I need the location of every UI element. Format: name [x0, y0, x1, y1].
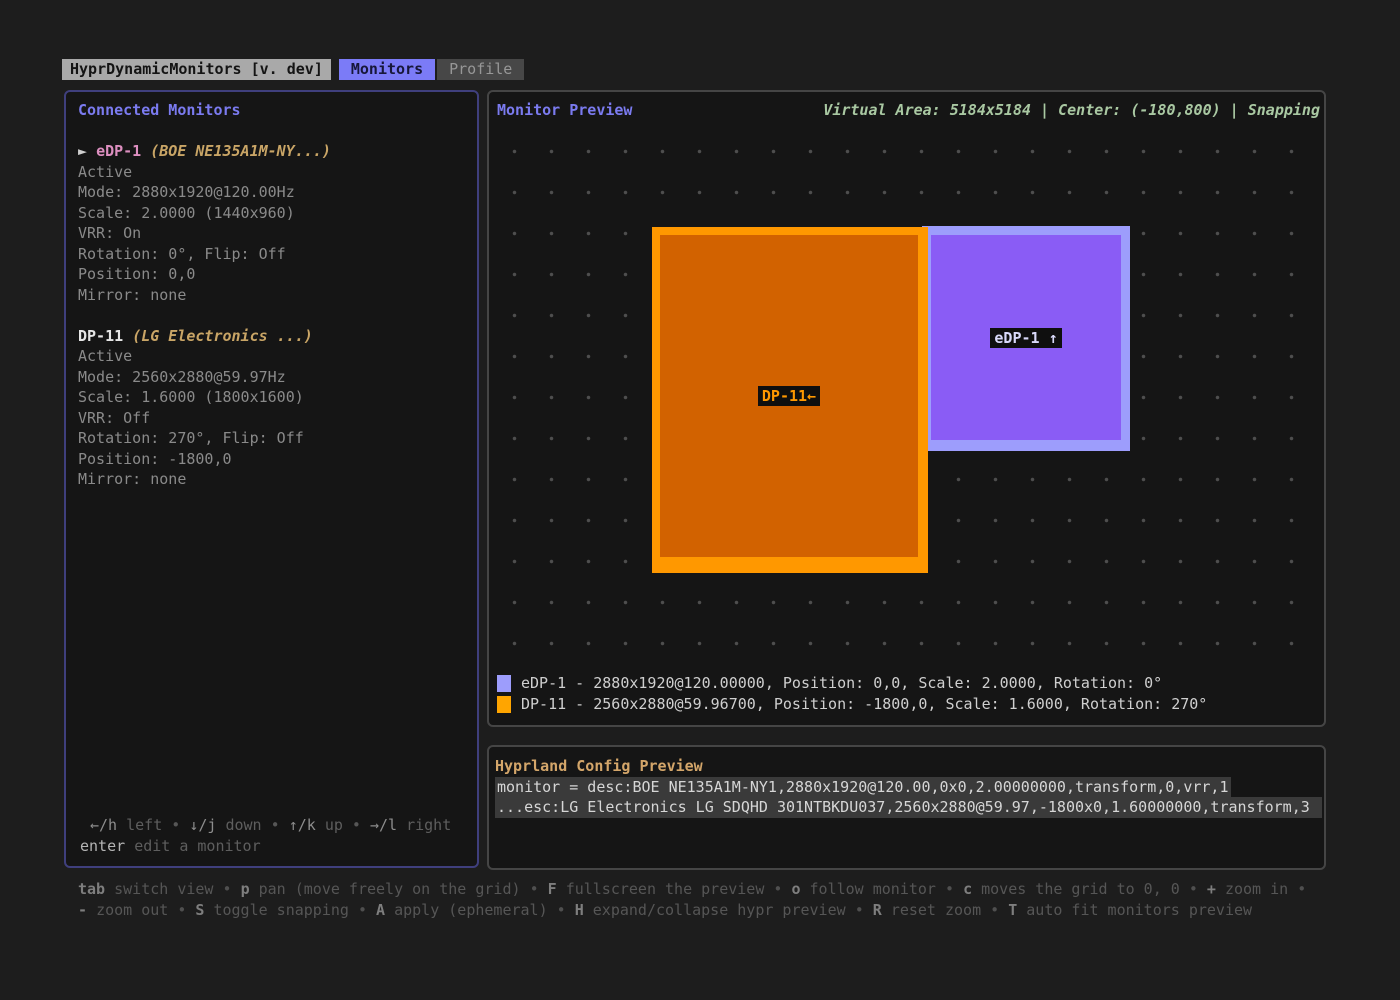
help-line-2: - zoom out • S toggle snapping • A apply… [78, 900, 1348, 921]
help-line-1: tab switch view • p pan (move freely on … [78, 879, 1348, 900]
monitor-detail: VRR: On [78, 223, 469, 244]
monitor-detail: Mirror: none [78, 285, 469, 306]
sidebar-title: Connected Monitors [78, 100, 469, 121]
bullet-separator: • [990, 901, 999, 919]
help-key: R [873, 901, 882, 919]
monitor-list-item-edp1[interactable]: ► eDP-1 (BOE NE135A1M-NY...) Active Mode… [78, 141, 469, 305]
legend-row-dp11: DP-11 - 2560x2880@59.96700, Position: -1… [497, 694, 1207, 715]
help-key: + [1207, 880, 1216, 898]
monitor-detail: Active [78, 346, 469, 367]
preview-monitor-edp1-label: eDP-1 ↑ [990, 328, 1061, 348]
help-key: F [548, 880, 557, 898]
monitor-detail: Rotation: 0°, Flip: Off [78, 244, 469, 265]
help-key: p [241, 880, 250, 898]
monitor-detail: Scale: 2.0000 (1440x960) [78, 203, 469, 224]
bullet-separator: • [945, 880, 954, 898]
config-panel-title: Hyprland Config Preview [495, 756, 1322, 777]
bullet-separator: • [530, 880, 539, 898]
help-bar: tab switch view • p pan (move freely on … [78, 879, 1348, 921]
tab-bar: HyprDynamicMonitors [v. dev] Monitors Pr… [62, 59, 524, 80]
monitor-detail: Mode: 2880x1920@120.00Hz [78, 182, 469, 203]
hyprland-config-panel: Hyprland Config Preview monitor = desc:B… [487, 745, 1326, 870]
monitor-detail: Scale: 1.6000 (1800x1600) [78, 387, 469, 408]
help-key: - [78, 901, 87, 919]
bullet-separator: • [855, 901, 864, 919]
bullet-separator: • [1189, 880, 1198, 898]
bullet-separator: • [1297, 880, 1306, 898]
keyhint-down-key: ↓/j [189, 816, 216, 834]
app-title: HyprDynamicMonitors [v. dev] [62, 59, 331, 80]
help-key: T [1008, 901, 1017, 919]
config-line-2: ...esc:LG Electronics LG SDQHD 301NTBKDU… [495, 797, 1322, 818]
monitor-list-item-dp11[interactable]: DP-11 (LG Electronics ...) Active Mode: … [78, 326, 469, 490]
keyhint-up-key: ↑/k [289, 816, 316, 834]
help-key: o [791, 880, 800, 898]
preview-monitor-dp11[interactable]: DP-11← [652, 227, 928, 573]
monitor-name: eDP-1 [96, 142, 141, 160]
monitor-detail: Position: -1800,0 [78, 449, 469, 470]
monitor-detail: Position: 0,0 [78, 264, 469, 285]
bullet-separator: • [358, 901, 367, 919]
bullet-separator: • [171, 816, 180, 834]
bullet-separator: • [352, 816, 361, 834]
monitor-descriptor: (LG Electronics ...) [132, 327, 313, 345]
legend-swatch-edp1 [497, 675, 511, 692]
help-key: tab [78, 880, 105, 898]
tab-monitors[interactable]: Monitors [339, 59, 435, 80]
legend-row-edp1: eDP-1 - 2880x1920@120.00000, Position: 0… [497, 673, 1207, 694]
legend-text: DP-11 - 2560x2880@59.96700, Position: -1… [521, 694, 1207, 715]
legend-swatch-dp11 [497, 696, 511, 713]
preview-status: Virtual Area: 5184x5184 | Center: (-180,… [823, 101, 1320, 119]
monitor-detail: Mode: 2560x2880@59.97Hz [78, 367, 469, 388]
monitor-detail: Mirror: none [78, 469, 469, 490]
keyhint-right-key: →/l [370, 816, 397, 834]
bullet-separator: • [557, 901, 566, 919]
legend-text: eDP-1 - 2880x1920@120.00000, Position: 0… [521, 673, 1162, 694]
preview-monitor-dp11-label: DP-11← [758, 386, 820, 406]
monitor-descriptor: (BOE NE135A1M-NY...) [150, 142, 331, 160]
bullet-separator: • [773, 880, 782, 898]
bullet-separator: • [271, 816, 280, 834]
monitor-detail: VRR: Off [78, 408, 469, 429]
tab-profile[interactable]: Profile [437, 59, 524, 80]
preview-title: Monitor Preview [497, 101, 632, 119]
monitor-detail: Rotation: 270°, Flip: Off [78, 428, 469, 449]
bullet-separator: • [223, 880, 232, 898]
preview-monitor-edp1[interactable]: eDP-1 ↑ [922, 226, 1130, 451]
bullet-separator: • [177, 901, 186, 919]
keyhint-left-key: ←/h [90, 816, 117, 834]
sidebar-keybind-hints: ←/h left • ↓/j down • ↑/k up • →/l right… [80, 815, 451, 856]
selection-arrow-icon: ► [78, 142, 87, 160]
monitor-name: DP-11 [78, 327, 123, 345]
help-key: A [376, 901, 385, 919]
monitor-preview-panel: Monitor Preview Virtual Area: 5184x5184 … [487, 90, 1326, 727]
config-line-1: monitor = desc:BOE NE135A1M-NY1,2880x192… [495, 777, 1231, 798]
help-key: c [963, 880, 972, 898]
preview-legend: eDP-1 - 2880x1920@120.00000, Position: 0… [497, 673, 1207, 715]
connected-monitors-panel: Connected Monitors ► eDP-1 (BOE NE135A1M… [64, 90, 479, 868]
keyhint-enter-key: enter [80, 837, 125, 855]
help-key: S [195, 901, 204, 919]
help-key: H [575, 901, 584, 919]
monitor-detail: Active [78, 162, 469, 183]
